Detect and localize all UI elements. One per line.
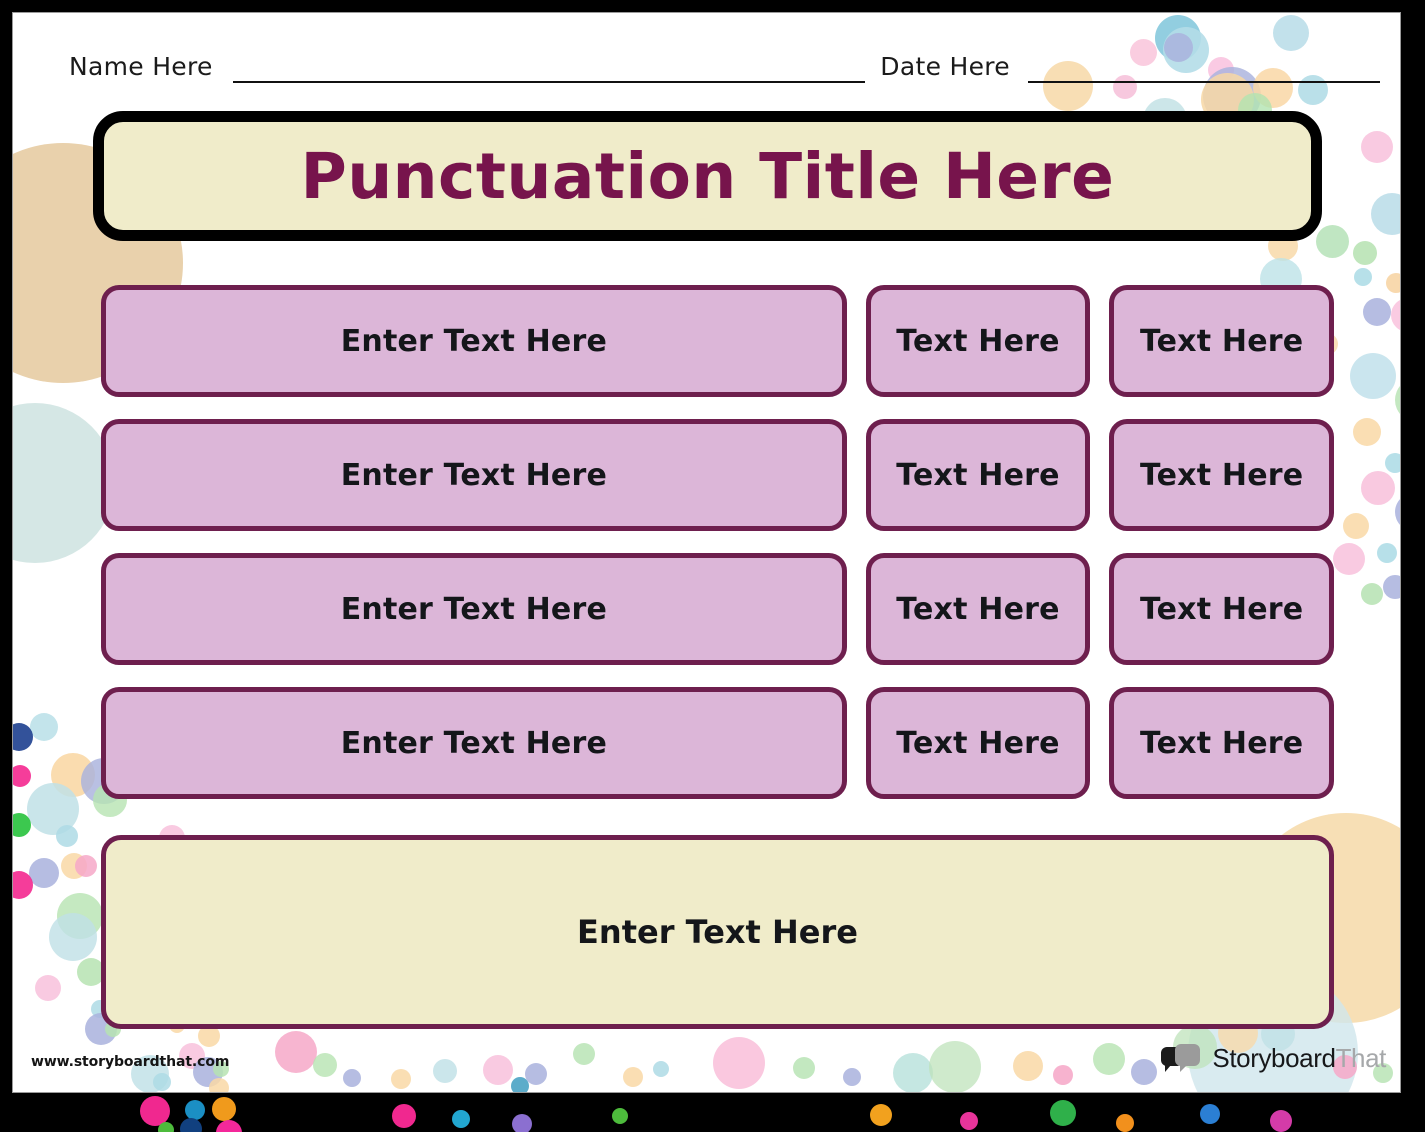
grid-gap [1090, 285, 1109, 397]
worksheet-page: Name Here Date Here Punctuation Title He… [0, 0, 1425, 1132]
entry-grid: Enter Text Here Text Here Text Here Ente… [101, 285, 1334, 821]
entry-box-right[interactable]: Text Here [1109, 419, 1334, 531]
entry-box-label: Text Here [1139, 591, 1304, 627]
decorative-dot-outside [216, 1120, 242, 1132]
entry-box-right[interactable]: Text Here [1109, 687, 1334, 799]
decorative-dot-outside [870, 1104, 892, 1126]
decorative-dot-outside [452, 1110, 470, 1128]
worksheet-header: Name Here Date Here [13, 43, 1400, 89]
entry-box-label: Enter Text Here [340, 591, 608, 627]
decorative-dot-outside [1050, 1100, 1076, 1126]
date-label: Date Here [880, 51, 1010, 81]
decorative-dot-outside [185, 1100, 205, 1120]
brand-secondary-text: That [1335, 1043, 1387, 1073]
entry-box-right[interactable]: Text Here [1109, 553, 1334, 665]
entry-box-mid[interactable]: Text Here [865, 285, 1091, 397]
decorative-dot-outside [392, 1104, 416, 1128]
entry-box-label: Text Here [896, 591, 1060, 627]
name-label: Name Here [69, 51, 213, 81]
grid-gap [847, 687, 866, 799]
entry-box-label: Text Here [896, 323, 1060, 359]
grid-gap [1090, 687, 1109, 799]
speech-bubble-front-icon [1175, 1043, 1201, 1072]
entry-box-label: Enter Text Here [340, 457, 608, 493]
notes-box[interactable]: Enter Text Here [101, 835, 1334, 1029]
decorative-dot-outside [1270, 1110, 1292, 1132]
entry-box-label: Text Here [1139, 725, 1304, 761]
entry-box-wide[interactable]: Enter Text Here [101, 285, 847, 397]
entry-box-label: Text Here [896, 725, 1060, 761]
worksheet-sheet: Name Here Date Here Punctuation Title He… [12, 12, 1401, 1093]
grid-gap [1090, 419, 1109, 531]
entry-row: Enter Text Here Text Here Text Here [101, 285, 1334, 397]
grid-gap [847, 285, 866, 397]
notes-box-label: Enter Text Here [577, 913, 858, 951]
speech-bubbles-icon [1161, 1043, 1203, 1074]
entry-box-label: Enter Text Here [340, 725, 608, 761]
brand-wordmark: StoryboardThat [1212, 1043, 1386, 1074]
decorative-dot-outside [140, 1096, 170, 1126]
entry-box-label: Text Here [1139, 457, 1304, 493]
entry-box-right[interactable]: Text Here [1109, 285, 1334, 397]
grid-gap [847, 553, 866, 665]
entry-box-wide[interactable]: Enter Text Here [101, 687, 847, 799]
title-banner[interactable]: Punctuation Title Here [93, 111, 1322, 241]
page-title: Punctuation Title Here [300, 139, 1115, 213]
entry-box-wide[interactable]: Enter Text Here [101, 553, 847, 665]
grid-gap [1090, 553, 1109, 665]
entry-row: Enter Text Here Text Here Text Here [101, 419, 1334, 531]
entry-box-mid[interactable]: Text Here [865, 553, 1091, 665]
entry-box-wide[interactable]: Enter Text Here [101, 419, 847, 531]
date-input-line[interactable] [1028, 81, 1380, 83]
name-input-line[interactable] [232, 81, 865, 83]
decorative-dot-outside [158, 1122, 174, 1132]
entry-row: Enter Text Here Text Here Text Here [101, 553, 1334, 665]
decorative-dot-outside [960, 1112, 978, 1130]
decorative-dot-outside [1200, 1104, 1220, 1124]
storyboardthat-logo[interactable]: StoryboardThat [1161, 1043, 1386, 1074]
brand-primary-text: Storyboard [1212, 1043, 1336, 1073]
entry-box-label: Text Here [896, 457, 1060, 493]
decorative-dot-outside [1116, 1114, 1134, 1132]
entry-box-mid[interactable]: Text Here [865, 419, 1091, 531]
grid-gap [847, 419, 866, 531]
entry-box-label: Text Here [1139, 323, 1304, 359]
entry-box-label: Enter Text Here [340, 323, 608, 359]
decorative-dot-outside [612, 1108, 628, 1124]
entry-row: Enter Text Here Text Here Text Here [101, 687, 1334, 799]
decorative-dot-outside [180, 1118, 202, 1132]
footer-url[interactable]: www.storyboardthat.com [31, 1054, 229, 1070]
decorative-dot-outside [212, 1097, 236, 1121]
decorative-dot-outside [512, 1114, 532, 1132]
entry-box-mid[interactable]: Text Here [865, 687, 1091, 799]
